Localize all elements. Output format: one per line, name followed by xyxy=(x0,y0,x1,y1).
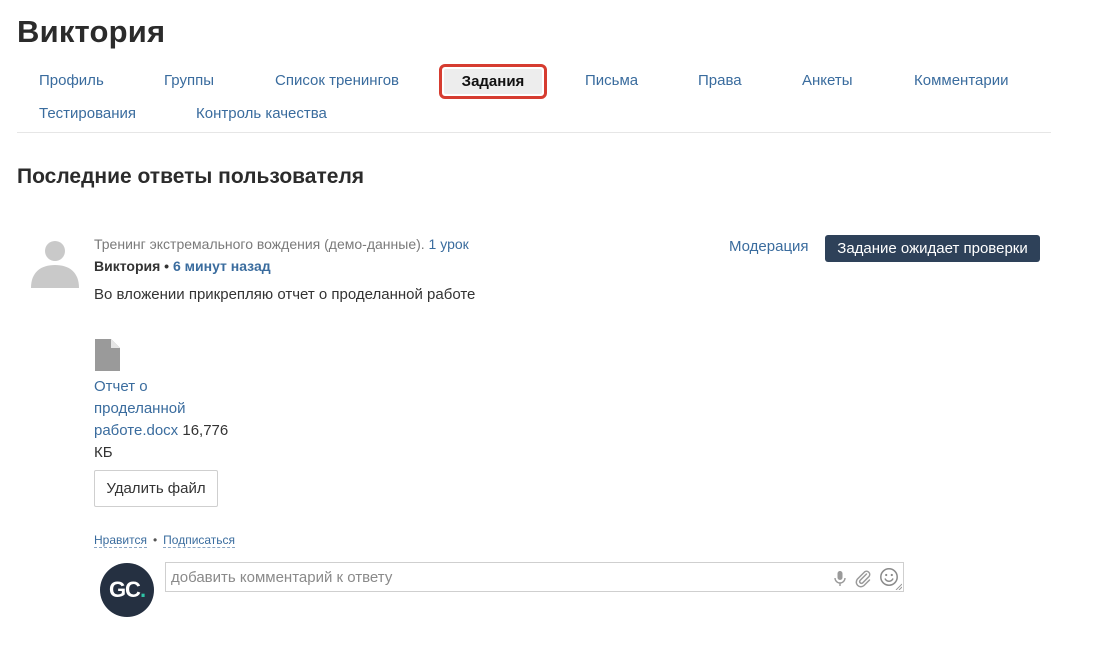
tab-quality-control[interactable]: Контроль качества xyxy=(196,105,327,122)
comment-input[interactable] xyxy=(171,567,811,587)
user-placeholder-icon xyxy=(31,241,79,288)
tab-tasks-label: Задания xyxy=(444,69,542,94)
lesson-link[interactable]: 1 урок xyxy=(429,236,469,252)
author-name: Виктория xyxy=(94,258,161,274)
answer-meta: Тренинг экстремального вождения (демо-да… xyxy=(94,236,469,252)
microphone-icon[interactable] xyxy=(830,568,850,588)
tab-rights[interactable]: Права xyxy=(698,72,742,89)
attachment-name-line-2: проделанной xyxy=(94,400,186,417)
answer-time-link[interactable]: 6 минут назад xyxy=(173,258,271,274)
tab-tasks[interactable]: Задания xyxy=(439,64,547,99)
tab-trainings-list[interactable]: Список тренингов xyxy=(275,72,399,89)
training-name: Тренинг экстремального вождения (демо-да… xyxy=(94,236,425,252)
tab-testing[interactable]: Тестирования xyxy=(39,105,136,122)
avatar-dot: . xyxy=(139,577,146,602)
attachment-size-unit: КБ xyxy=(94,444,113,461)
tab-profile[interactable]: Профиль xyxy=(39,72,104,89)
attachment-size: 16,776 xyxy=(182,422,229,439)
delete-file-button[interactable]: Удалить файл xyxy=(94,470,218,507)
answer-author-line: Виктория • 6 минут назад xyxy=(94,258,271,274)
tab-comments[interactable]: Комментарии xyxy=(914,72,1008,89)
file-icon[interactable] xyxy=(95,339,120,371)
tab-groups[interactable]: Группы xyxy=(164,72,214,89)
current-user-avatar: GC. xyxy=(100,563,154,617)
like-link[interactable]: Нравится xyxy=(94,533,147,548)
actions-separator: • xyxy=(152,533,158,547)
answer-actions: Нравится • Подписаться xyxy=(94,533,236,548)
separator-dot: • xyxy=(164,258,170,274)
profile-tabs: Профиль Группы Список тренингов Задания … xyxy=(0,0,1113,140)
tabs-divider xyxy=(17,132,1051,133)
attachment: Отчет о проделанной работе.docx 16,776 КБ xyxy=(94,376,234,464)
tab-surveys[interactable]: Анкеты xyxy=(802,72,853,89)
attachment-link[interactable]: Отчет о проделанной работе.docx xyxy=(94,378,185,439)
resize-grip-icon[interactable] xyxy=(895,583,902,590)
status-badge: Задание ожидает проверки xyxy=(825,235,1040,262)
answer-text: Во вложении прикрепляю отчет о проделанн… xyxy=(94,286,476,303)
attachment-name-line-3: работе.docx xyxy=(94,422,179,439)
section-title: Последние ответы пользователя xyxy=(17,165,365,188)
moderation-link[interactable]: Модерация xyxy=(729,238,809,255)
tab-letters[interactable]: Письма xyxy=(585,72,638,89)
paperclip-icon[interactable] xyxy=(853,568,873,588)
attachment-name-line-1: Отчет о xyxy=(94,378,148,395)
page: Виктория Профиль Группы Список тренингов… xyxy=(0,0,1113,648)
subscribe-link[interactable]: Подписаться xyxy=(163,533,236,548)
avatar-initials: GC xyxy=(108,577,141,602)
comment-box xyxy=(165,562,904,592)
